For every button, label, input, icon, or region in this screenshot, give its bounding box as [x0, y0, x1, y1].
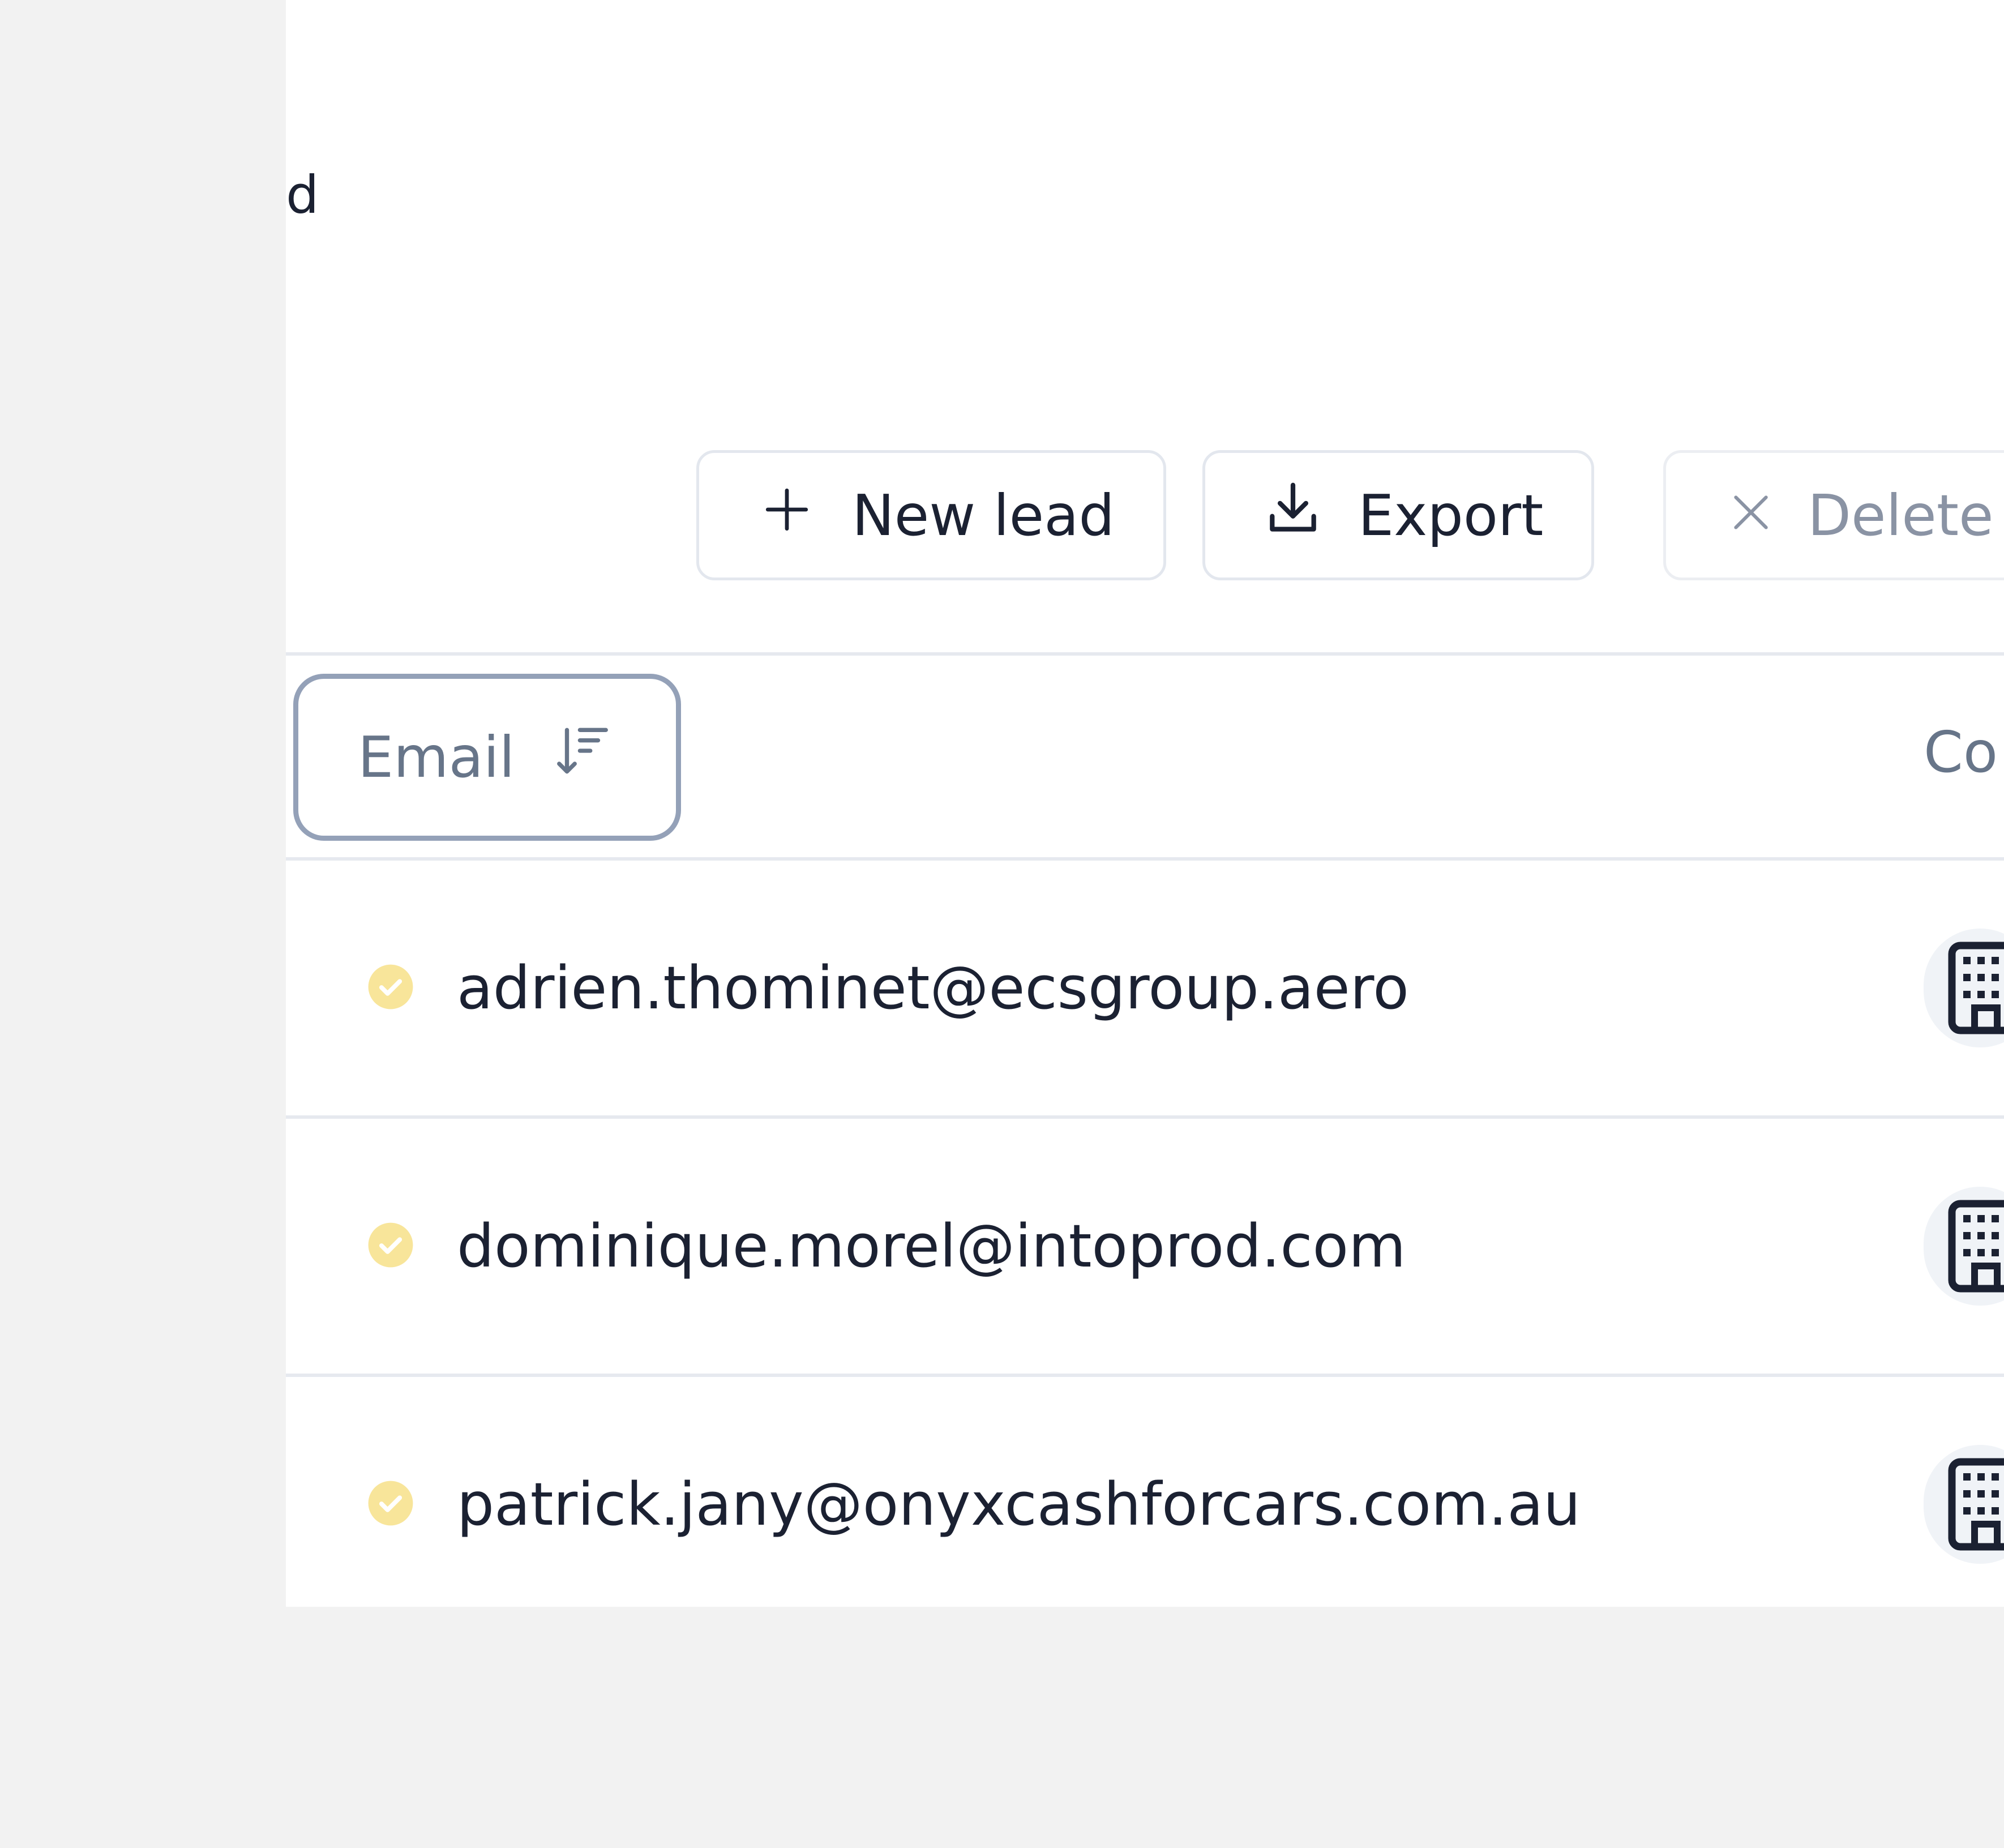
building-icon[interactable]	[1924, 1187, 2004, 1306]
page-title: d	[286, 165, 319, 225]
company-column-header[interactable]: Co	[1924, 719, 1998, 785]
email-cell: adrien.thominet@ecsgroup.aero	[457, 953, 1409, 1023]
building-icon[interactable]	[1924, 1445, 2004, 1564]
building-icon[interactable]	[1924, 929, 2004, 1047]
download-icon	[1262, 477, 1324, 553]
export-label: Export	[1358, 482, 1544, 549]
email-cell: dominique.morel@intoprod.com	[457, 1212, 1406, 1281]
close-icon	[1728, 482, 1774, 549]
check-circle-icon	[366, 1479, 415, 1530]
email-column-label: Email	[358, 724, 515, 790]
delete-label: Delete	[1808, 482, 1994, 549]
delete-button[interactable]: Delete	[1663, 450, 2004, 580]
table-row[interactable]: adrien.thominet@ecsgroup.aero	[286, 861, 2004, 1115]
plus-icon	[761, 482, 812, 549]
table-row[interactable]: dominique.morel@intoprod.com	[286, 1119, 2004, 1374]
table-row[interactable]: patrick.jany@onyxcashforcars.com.au	[286, 1377, 2004, 1632]
sort-descending-icon	[515, 720, 614, 795]
check-circle-icon	[366, 1221, 415, 1272]
email-cell: patrick.jany@onyxcashforcars.com.au	[457, 1470, 1581, 1539]
check-circle-icon	[366, 962, 415, 1013]
email-column-header[interactable]: Email	[293, 674, 681, 841]
new-lead-button[interactable]: New lead	[696, 450, 1166, 580]
table-top-divider	[286, 652, 2004, 656]
new-lead-label: New lead	[852, 482, 1115, 549]
export-button[interactable]: Export	[1202, 450, 1594, 580]
main-panel: d New lead Export Delete Email Co adrien…	[286, 0, 2004, 1607]
